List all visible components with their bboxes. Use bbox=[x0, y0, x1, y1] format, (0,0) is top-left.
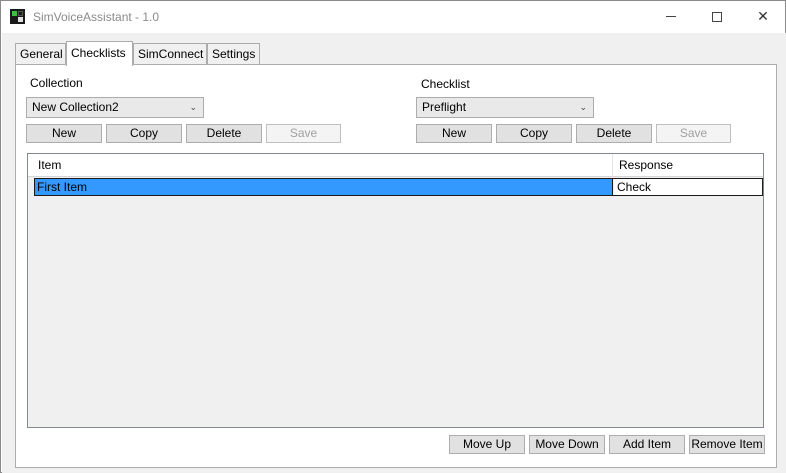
remove-item-button[interactable]: Remove Item bbox=[689, 435, 765, 454]
minimize-button[interactable] bbox=[648, 1, 694, 32]
table-row[interactable]: First Item Check bbox=[34, 178, 763, 196]
app-icon bbox=[10, 9, 25, 24]
checklist-delete-button[interactable]: Delete bbox=[576, 124, 652, 143]
tab-simconnect[interactable]: SimConnect bbox=[133, 43, 207, 65]
title-bar[interactable]: SimVoiceAssistant - 1.0 ✕ bbox=[1, 1, 785, 33]
checklist-selected-value: Preflight bbox=[422, 100, 467, 114]
tab-general[interactable]: General bbox=[15, 43, 66, 65]
collection-label: Collection bbox=[30, 76, 83, 90]
checklist-save-button[interactable]: Save bbox=[656, 124, 731, 143]
app-window: SimVoiceAssistant - 1.0 ✕ General Checkl… bbox=[0, 0, 786, 473]
chevron-down-icon: ⌄ bbox=[579, 102, 587, 112]
checklist-new-button[interactable]: New bbox=[416, 124, 492, 143]
collection-selected-value: New Collection2 bbox=[32, 100, 119, 114]
tab-settings[interactable]: Settings bbox=[207, 43, 260, 65]
minimize-icon bbox=[666, 16, 676, 17]
column-header-response[interactable]: Response bbox=[613, 154, 763, 177]
move-up-button[interactable]: Move Up bbox=[449, 435, 525, 454]
cell-response[interactable]: Check bbox=[614, 179, 762, 195]
maximize-icon bbox=[712, 11, 722, 22]
checklist-select[interactable]: Preflight ⌄ bbox=[416, 97, 594, 118]
window-title: SimVoiceAssistant - 1.0 bbox=[33, 10, 160, 24]
grid-header: Item Response bbox=[28, 154, 763, 177]
checklists-panel: Collection New Collection2 ⌄ New Copy De… bbox=[15, 64, 777, 468]
tab-checklists[interactable]: Checklists bbox=[66, 41, 133, 66]
column-header-item[interactable]: Item bbox=[28, 154, 613, 177]
move-down-button[interactable]: Move Down bbox=[529, 435, 605, 454]
checklist-label: Checklist bbox=[421, 77, 470, 91]
chevron-down-icon: ⌄ bbox=[189, 102, 197, 112]
client-area: General Checklists SimConnect Settings C… bbox=[2, 33, 786, 473]
collection-new-button[interactable]: New bbox=[26, 124, 102, 143]
checklist-items-grid[interactable]: Item Response First Item Check bbox=[27, 153, 764, 428]
maximize-button[interactable] bbox=[694, 1, 740, 32]
collection-delete-button[interactable]: Delete bbox=[186, 124, 262, 143]
cell-item[interactable]: First Item bbox=[35, 179, 613, 195]
close-button[interactable]: ✕ bbox=[740, 1, 786, 32]
collection-select[interactable]: New Collection2 ⌄ bbox=[26, 97, 204, 118]
collection-save-button[interactable]: Save bbox=[266, 124, 341, 143]
close-icon: ✕ bbox=[757, 8, 769, 24]
add-item-button[interactable]: Add Item bbox=[609, 435, 685, 454]
collection-copy-button[interactable]: Copy bbox=[106, 124, 182, 143]
checklist-copy-button[interactable]: Copy bbox=[496, 124, 572, 143]
